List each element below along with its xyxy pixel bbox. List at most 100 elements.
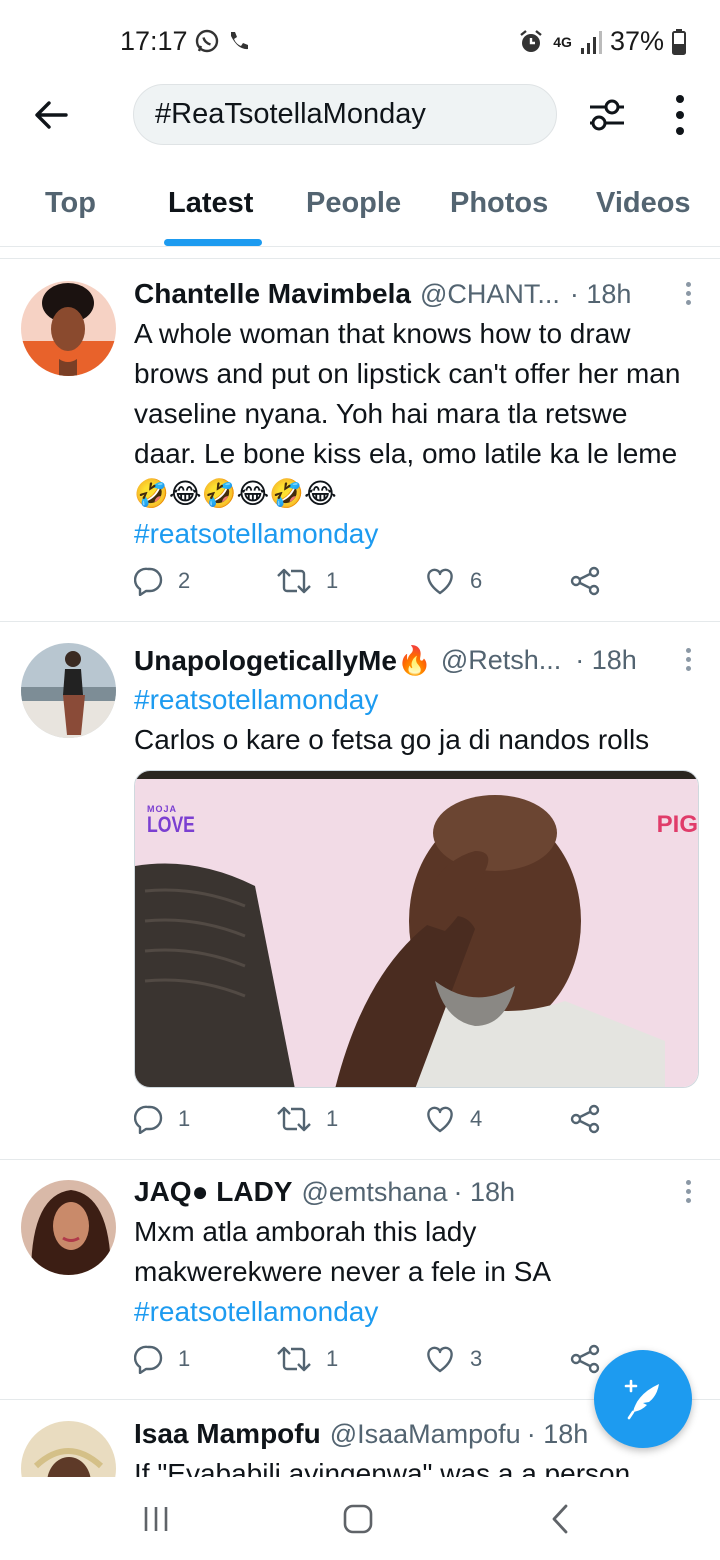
- compose-tweet-button[interactable]: [594, 1350, 692, 1448]
- status-bar: 17:17 4G 37%: [0, 0, 720, 84]
- tweet-menu-button[interactable]: [684, 1180, 692, 1206]
- back-button[interactable]: [28, 92, 74, 138]
- system-back-button[interactable]: [540, 1499, 580, 1539]
- tweet-media-image[interactable]: MOJA LOVE PIG: [134, 770, 699, 1088]
- retweet-count: 1: [326, 1346, 339, 1371]
- recents-icon: [144, 1507, 168, 1531]
- retweet-icon: [277, 568, 311, 594]
- tweet-text: A whole woman that knows how to draw bro…: [134, 314, 694, 554]
- active-tab-indicator: [164, 239, 262, 246]
- avatar[interactable]: [21, 643, 116, 738]
- user-handle[interactable]: @CHANT...: [420, 279, 560, 310]
- avatar-image: [21, 1180, 116, 1275]
- share-button[interactable]: [570, 1344, 600, 1374]
- display-name[interactable]: UnapologeticallyMe🔥: [134, 644, 432, 677]
- tweet-actions: 2 1 6: [134, 566, 614, 606]
- arrow-left-icon: [35, 101, 68, 129]
- tweet-body: Mxm atla amborah this lady makwerekwere …: [134, 1216, 552, 1287]
- user-handle[interactable]: @IsaaMampofu: [330, 1419, 521, 1450]
- search-tabs: Top Latest People Photos Videos: [0, 175, 720, 247]
- avatar[interactable]: [21, 1180, 116, 1275]
- tweet-body: If "Eyababili ayingenwa" was a a person: [134, 1458, 631, 1477]
- tweet-menu-button[interactable]: [684, 282, 692, 308]
- battery-icon: [672, 28, 686, 55]
- like-button[interactable]: 6: [424, 566, 482, 596]
- tweet-text: Mxm atla amborah this lady makwerekwere …: [134, 1212, 604, 1332]
- retweet-button[interactable]: 1: [276, 566, 338, 596]
- retweet-button[interactable]: 1: [276, 1344, 338, 1374]
- more-vertical-icon: [676, 95, 684, 135]
- heart-icon: [427, 1346, 453, 1373]
- share-icon: [570, 1344, 600, 1374]
- heart-icon: [427, 568, 453, 595]
- tweet-text: #reatsotellamonday Carlos o kare o fetsa…: [134, 680, 694, 760]
- tab-videos[interactable]: Videos: [596, 187, 691, 220]
- hashtag-link[interactable]: #reatsotellamonday: [134, 514, 694, 554]
- tweet-time[interactable]: · 18h: [570, 279, 632, 310]
- reply-button[interactable]: 1: [134, 1104, 190, 1134]
- hashtag-link[interactable]: #reatsotellamonday: [134, 1292, 604, 1332]
- tab-photos[interactable]: Photos: [450, 187, 548, 220]
- tweet-time[interactable]: · 18h: [527, 1419, 589, 1450]
- display-name[interactable]: Chantelle Mavimbela: [134, 278, 411, 310]
- tab-people[interactable]: People: [306, 187, 401, 220]
- user-handle[interactable]: @Retsh...: [441, 645, 561, 676]
- tweet[interactable]: UnapologeticallyMe🔥 @Retsh... · 18h #rea…: [0, 622, 720, 1160]
- wifi-call-icon: [231, 32, 248, 50]
- avatar-image: [21, 281, 116, 376]
- share-icon: [570, 1104, 600, 1134]
- battery-percent: 37%: [609, 26, 664, 56]
- tweet-actions: 1 1 3: [134, 1344, 614, 1384]
- tab-top[interactable]: Top: [45, 187, 96, 220]
- sliders-icon: [590, 99, 624, 131]
- retweet-button[interactable]: 1: [276, 1104, 338, 1134]
- retweet-count: 1: [326, 568, 339, 593]
- search-query: #ReaTsotellaMonday: [155, 98, 426, 130]
- avatar[interactable]: [21, 281, 116, 376]
- home-button[interactable]: [338, 1499, 378, 1539]
- display-name[interactable]: JAQ● LADY: [134, 1176, 292, 1208]
- media-logo-bottom: LOVE: [147, 812, 195, 837]
- user-handle[interactable]: @emtshana: [301, 1177, 447, 1208]
- like-button[interactable]: 3: [424, 1344, 482, 1374]
- status-time: 17:17: [120, 26, 188, 56]
- reply-icon: [134, 567, 163, 596]
- tweet[interactable]: Chantelle Mavimbela @CHANT... · 18h A wh…: [0, 260, 720, 622]
- compose-feather-icon: [624, 1379, 659, 1420]
- avatar-image: [21, 643, 116, 738]
- hashtag-link[interactable]: #reatsotellamonday: [134, 680, 694, 720]
- share-button[interactable]: [570, 566, 600, 596]
- reply-icon: [134, 1345, 163, 1374]
- network-type: 4G: [553, 33, 572, 50]
- tweet-header: JAQ● LADY @emtshana · 18h: [134, 1172, 700, 1212]
- tweet-time[interactable]: · 18h: [575, 645, 637, 676]
- search-input[interactable]: #ReaTsotellaMonday: [133, 84, 557, 145]
- reply-count: 1: [178, 1106, 191, 1131]
- tweet-actions: 1 1 4: [134, 1104, 614, 1144]
- reply-button[interactable]: 1: [134, 1344, 190, 1374]
- whatsapp-icon: [195, 29, 219, 53]
- recents-button[interactable]: [136, 1499, 176, 1539]
- tweet-menu-button[interactable]: [684, 648, 692, 674]
- like-button[interactable]: 4: [424, 1104, 482, 1134]
- divider: [0, 258, 720, 259]
- retweet-icon: [277, 1346, 311, 1372]
- share-button[interactable]: [570, 1104, 600, 1134]
- tweet-text: If "Eyababili ayingenwa" was a a person: [134, 1454, 694, 1477]
- search-header: #ReaTsotellaMonday: [0, 84, 720, 146]
- display-name[interactable]: Isaa Mampofu: [134, 1418, 321, 1450]
- heart-icon: [427, 1106, 453, 1133]
- tweet-header: Chantelle Mavimbela @CHANT... · 18h: [134, 274, 700, 314]
- retweet-count: 1: [326, 1106, 339, 1131]
- signal-icon: [580, 30, 602, 54]
- retweet-icon: [277, 1106, 311, 1132]
- search-filters-button[interactable]: [584, 92, 630, 138]
- tab-latest[interactable]: Latest: [168, 187, 253, 220]
- reply-button[interactable]: 2: [134, 566, 190, 596]
- tweet-body: A whole woman that knows how to draw bro…: [134, 318, 681, 509]
- tweet-header: UnapologeticallyMe🔥 @Retsh... · 18h: [134, 640, 700, 680]
- avatar[interactable]: [21, 1421, 116, 1477]
- tweet-time[interactable]: · 18h: [453, 1177, 515, 1208]
- reply-count: 1: [178, 1346, 191, 1371]
- more-options-button[interactable]: [660, 92, 700, 138]
